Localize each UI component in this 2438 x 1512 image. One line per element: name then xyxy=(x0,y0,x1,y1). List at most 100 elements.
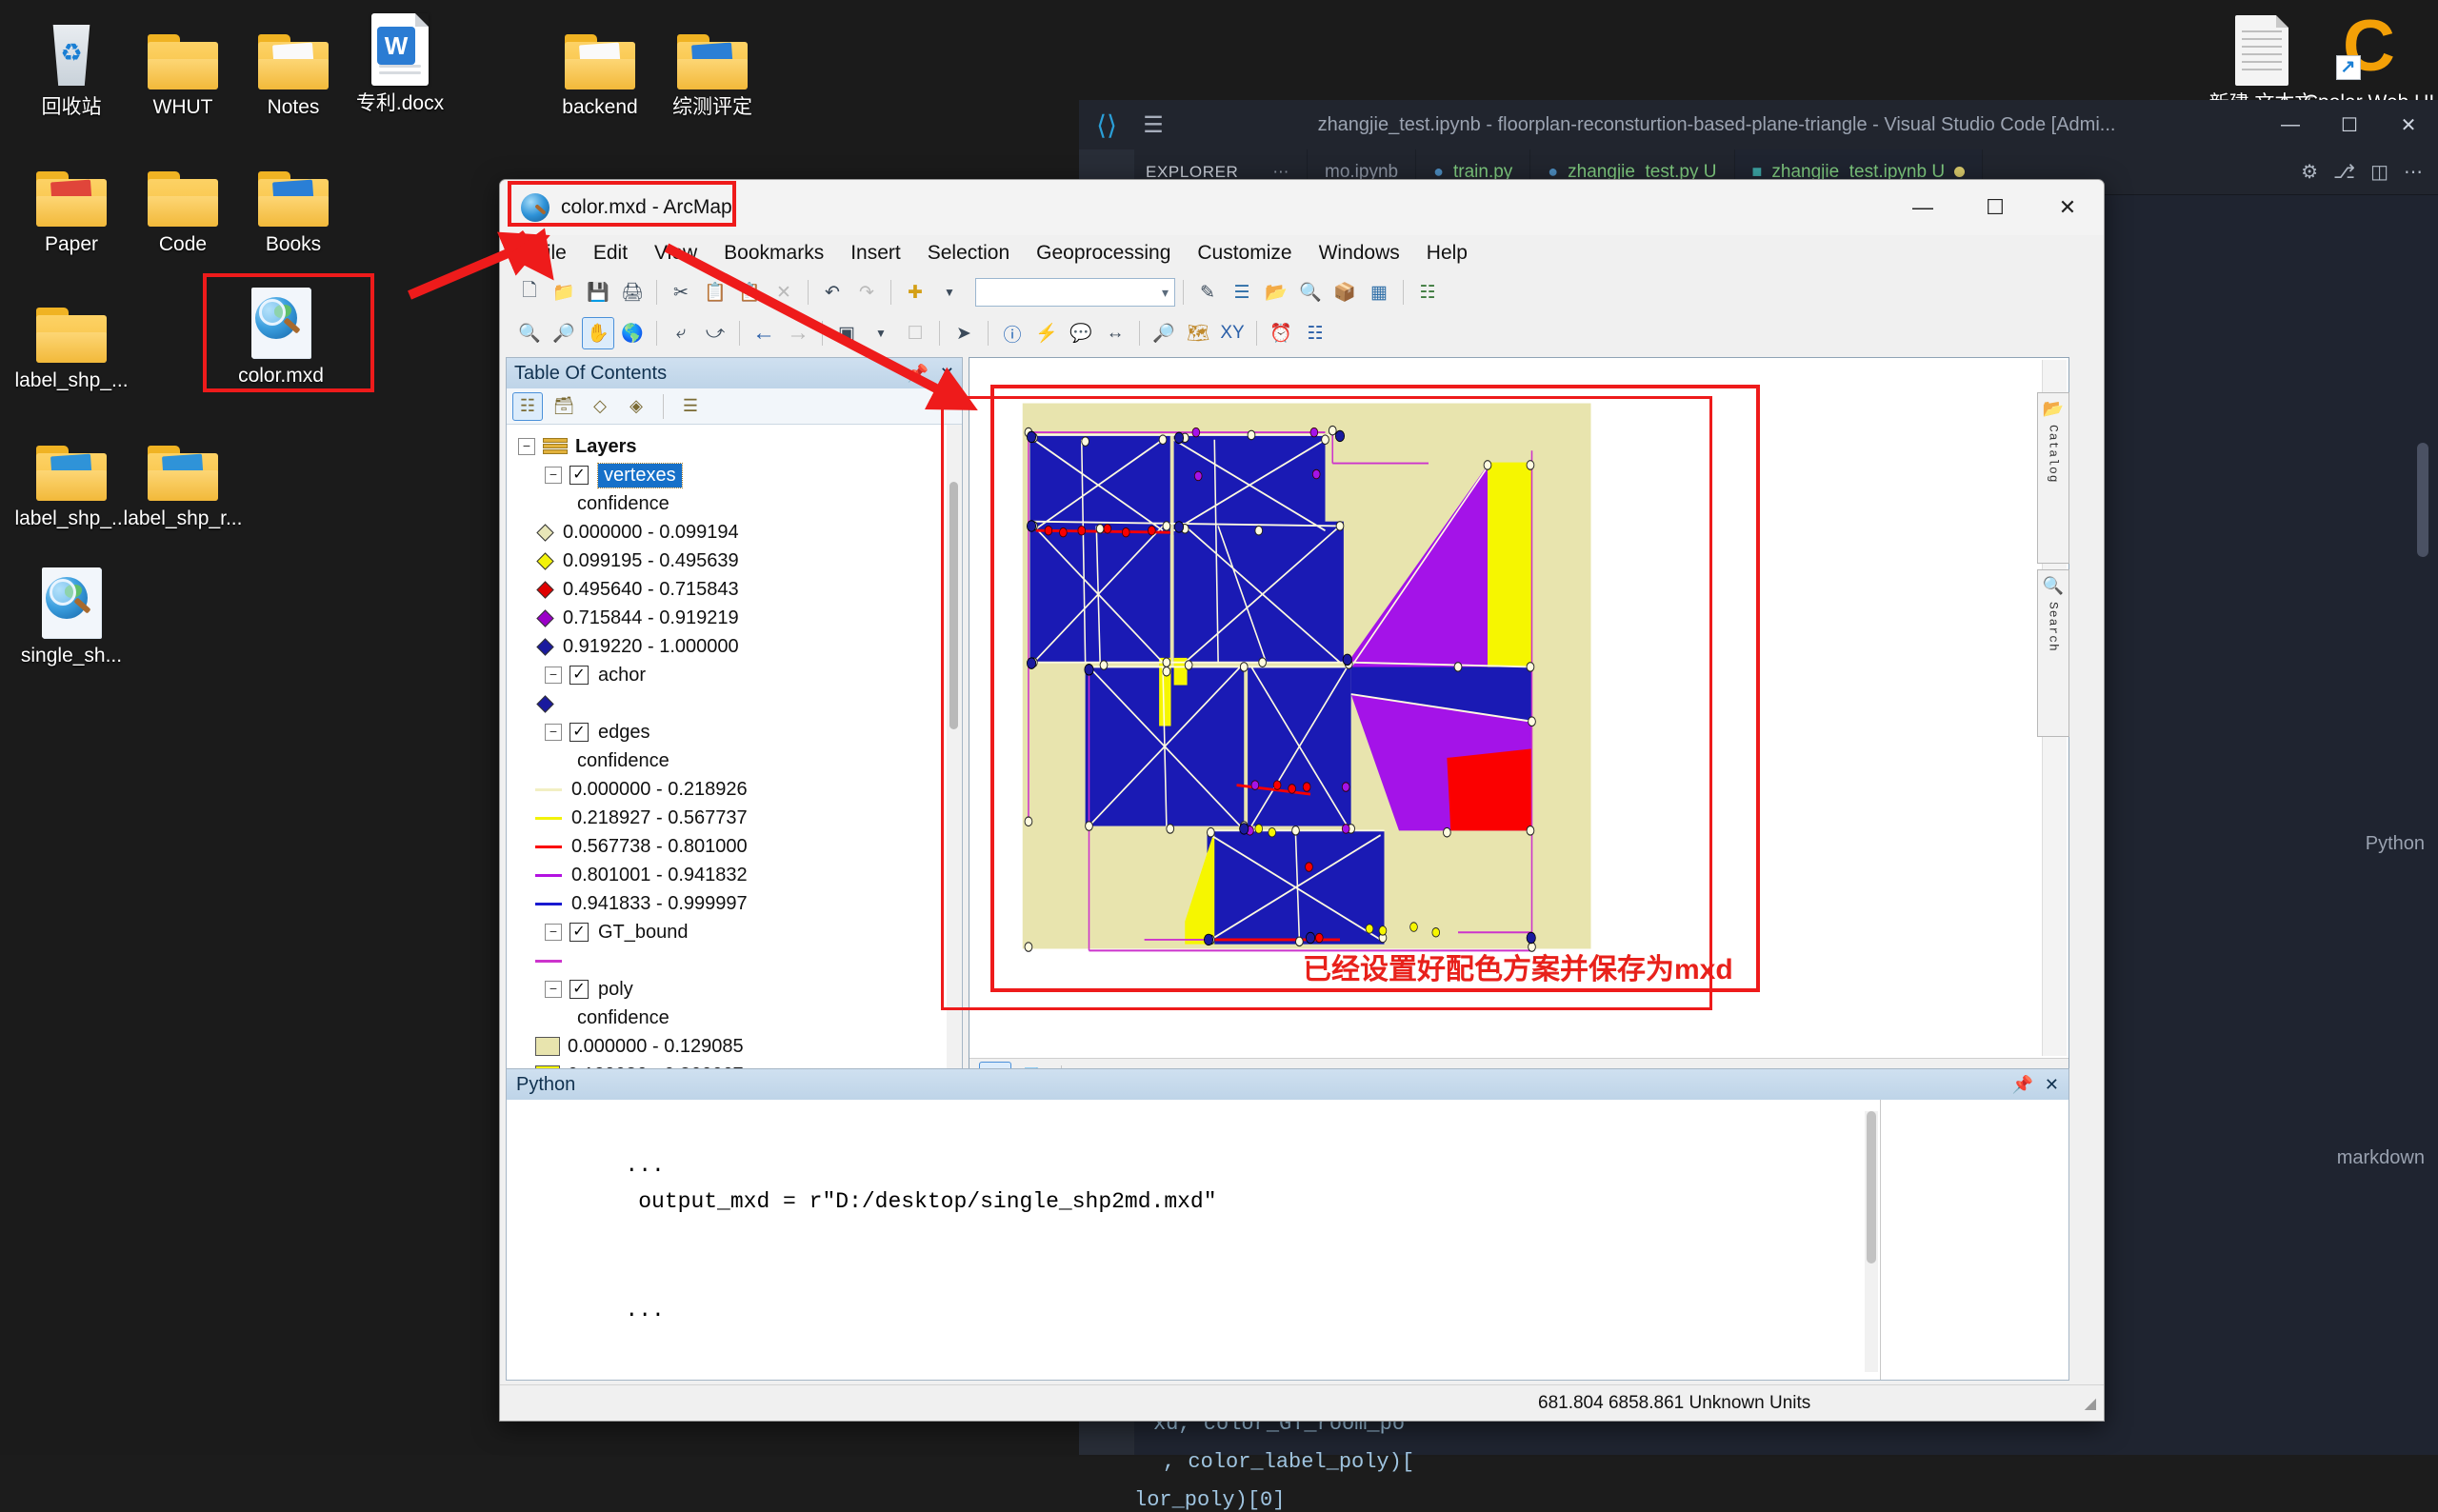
new-icon[interactable]: 🗋 xyxy=(513,276,546,308)
copy-icon[interactable]: 📋 xyxy=(699,276,731,308)
close-icon[interactable]: ✕ xyxy=(940,364,954,384)
vscode-minimize-button[interactable]: — xyxy=(2261,114,2320,136)
fixed-zoom-out-icon[interactable]: ⤻ xyxy=(699,317,731,349)
layer-visibility-checkbox[interactable]: ✓ xyxy=(570,980,589,999)
toc-class-label: 0.218927 - 0.567737 xyxy=(571,806,748,828)
toc-layer-vertexes[interactable]: − ✓ vertexes xyxy=(514,461,947,489)
print-icon[interactable]: 🖨 xyxy=(616,276,649,308)
toc-class-vertexes-2[interactable]: 0.495640 - 0.715843 xyxy=(514,575,947,604)
toc-class-vertexes-1[interactable]: 0.099195 - 0.495639 xyxy=(514,547,947,575)
toc-class-vertexes-3[interactable]: 0.715844 - 0.919219 xyxy=(514,604,947,632)
dock-tab-search[interactable]: 🔍 Search xyxy=(2037,569,2069,737)
toc-class-vertexes-4[interactable]: 0.919220 - 1.000000 xyxy=(514,632,947,661)
python-help-panel xyxy=(1880,1100,2068,1380)
desktop-icon-zongce[interactable]: 综测评定 xyxy=(641,8,784,120)
arcmap-close-button[interactable]: ✕ xyxy=(2031,180,2104,235)
zoom-in-icon[interactable]: 🔍 xyxy=(513,317,546,349)
toc-root-layers[interactable]: − Layers xyxy=(514,432,947,461)
options-icon[interactable]: ☰ xyxy=(675,392,706,421)
toc-class-edges-1[interactable]: 0.218927 - 0.567737 xyxy=(514,804,947,832)
menu-file[interactable]: File xyxy=(521,238,580,269)
folder-icon xyxy=(0,281,143,363)
vscode-close-button[interactable]: ✕ xyxy=(2379,113,2438,137)
dock-tab-catalog[interactable]: 📂 Catalog xyxy=(2037,392,2069,564)
pin-icon[interactable]: 📌 xyxy=(907,364,928,384)
layer-visibility-checkbox[interactable]: ✓ xyxy=(570,466,589,485)
list-by-source-icon[interactable]: 🗃 xyxy=(549,392,579,421)
desktop-icon-label-shp-1[interactable]: label_shp_... xyxy=(0,281,143,393)
list-by-drawing-order-icon[interactable]: ☷ xyxy=(512,391,543,421)
table-of-contents-panel[interactable]: Table Of Contents 📌 ✕ ☷ 🗃 ◇ ◈ ☰ − Layers xyxy=(506,357,963,1097)
menu-view[interactable]: View xyxy=(641,238,710,269)
cut-icon[interactable]: ✂ xyxy=(665,276,697,308)
open-icon[interactable]: 📁 xyxy=(548,276,580,308)
menu-edit[interactable]: Edit xyxy=(580,238,641,269)
desktop-icon-label-shp-r[interactable]: label_shp_r... xyxy=(111,419,254,531)
toc-class-edges-2[interactable]: 0.567738 - 0.801000 xyxy=(514,832,947,861)
python-console-output[interactable]: ... output_mxd = r"D:/desktop/single_shp… xyxy=(507,1100,1880,1380)
select-features-dropdown-icon[interactable]: ▼ xyxy=(865,317,897,349)
paste-icon[interactable]: 📋 xyxy=(733,276,766,308)
toc-class-vertexes-0[interactable]: 0.000000 - 0.099194 xyxy=(514,518,947,547)
layer-visibility-checkbox[interactable]: ✓ xyxy=(570,923,589,942)
desktop-icon-cpolar-web-ui[interactable]: C↗ Cpolar Web UI xyxy=(2300,4,2438,114)
vscode-scrollbar[interactable] xyxy=(2417,443,2428,557)
full-extent-icon[interactable]: 🌎 xyxy=(616,317,649,349)
collapse-icon[interactable]: − xyxy=(518,438,535,455)
arcmap-minimize-button[interactable]: — xyxy=(1887,180,1959,235)
fixed-zoom-in-icon[interactable]: ⤶ xyxy=(665,317,697,349)
toc-layer-name[interactable]: vertexes xyxy=(597,462,683,488)
select-features-icon[interactable]: ▣ xyxy=(830,317,863,349)
menu-bookmarks[interactable]: Bookmarks xyxy=(710,238,837,269)
pin-icon[interactable]: 📌 xyxy=(2011,1075,2032,1095)
toc-class-achor-0[interactable] xyxy=(514,689,947,718)
source-control-icon[interactable]: ⎇ xyxy=(2333,160,2355,184)
toc-layer-gt-bound[interactable]: − ✓ GT_bound xyxy=(514,918,947,946)
toc-class-gt-bound-0[interactable] xyxy=(514,946,947,975)
arcmap-maximize-button[interactable]: ☐ xyxy=(1959,180,2031,235)
vscode-menu-icon[interactable]: ☰ xyxy=(1134,111,1172,139)
python-window-panel[interactable]: Python 📌 ✕ ... output_mxd = r"D:/desktop… xyxy=(506,1068,2069,1381)
more-actions-icon[interactable]: ⋯ xyxy=(2404,160,2423,184)
toc-root-label: Layers xyxy=(575,435,637,457)
toc-layer-name[interactable]: achor xyxy=(598,665,646,686)
collapse-icon[interactable]: − xyxy=(545,924,562,941)
scrollbar-thumb[interactable] xyxy=(1867,1111,1876,1263)
split-editor-icon[interactable]: ◫ xyxy=(2370,160,2388,184)
desktop-icon-patent-docx[interactable]: W 专利.docx xyxy=(329,4,471,116)
desktop-icon-books[interactable]: Books xyxy=(222,145,365,257)
toc-class-poly-0[interactable]: 0.000000 - 0.129085 xyxy=(514,1032,947,1061)
toc-layer-poly[interactable]: − ✓ poly xyxy=(514,975,947,1004)
close-icon[interactable]: ✕ xyxy=(2045,1075,2059,1095)
layer-visibility-checkbox[interactable]: ✓ xyxy=(570,666,589,685)
collapse-icon[interactable]: − xyxy=(545,666,562,684)
undo-icon[interactable]: ↶ xyxy=(816,276,849,308)
toc-layer-achor[interactable]: − ✓ achor xyxy=(514,661,947,689)
toc-layer-name[interactable]: poly xyxy=(598,979,633,1001)
toc-class-edges-4[interactable]: 0.941833 - 0.999997 xyxy=(514,889,947,918)
zoom-out-icon[interactable]: 🔎 xyxy=(548,317,580,349)
layer-visibility-checkbox[interactable]: ✓ xyxy=(570,723,589,742)
resize-grip-icon[interactable]: ◢ xyxy=(2085,1394,2096,1413)
pan-icon[interactable]: ✋ xyxy=(582,317,614,349)
collapse-icon[interactable]: − xyxy=(545,467,562,484)
toc-layer-edges[interactable]: − ✓ edges xyxy=(514,718,947,746)
toc-class-edges-0[interactable]: 0.000000 - 0.218926 xyxy=(514,775,947,804)
toc-layer-name[interactable]: edges xyxy=(598,722,650,744)
add-data-icon[interactable]: ✚ xyxy=(899,276,931,308)
collapse-icon[interactable]: − xyxy=(545,981,562,998)
settings-gear-icon[interactable]: ⚙ xyxy=(2301,160,2318,184)
toc-layer-tree[interactable]: − Layers − ✓ vertexes confidence 0.00000… xyxy=(507,425,947,1096)
toc-layer-name[interactable]: GT_bound xyxy=(598,922,689,944)
save-icon[interactable]: 💾 xyxy=(582,276,614,308)
toc-class-edges-3[interactable]: 0.801001 - 0.941832 xyxy=(514,861,947,889)
toc-toolbar[interactable]: ☷ 🗃 ◇ ◈ ☰ xyxy=(507,388,962,425)
collapse-icon[interactable]: − xyxy=(545,724,562,741)
vscode-maximize-button[interactable]: ☐ xyxy=(2320,113,2379,137)
python-window-scrollbar[interactable] xyxy=(1865,1111,1878,1372)
menu-insert[interactable]: Insert xyxy=(837,238,914,269)
go-back-icon[interactable]: ← xyxy=(748,317,780,349)
list-by-selection-icon[interactable]: ◈ xyxy=(621,392,651,421)
desktop-icon-single-shp[interactable]: single_sh... xyxy=(0,556,143,668)
list-by-visibility-icon[interactable]: ◇ xyxy=(585,392,615,421)
